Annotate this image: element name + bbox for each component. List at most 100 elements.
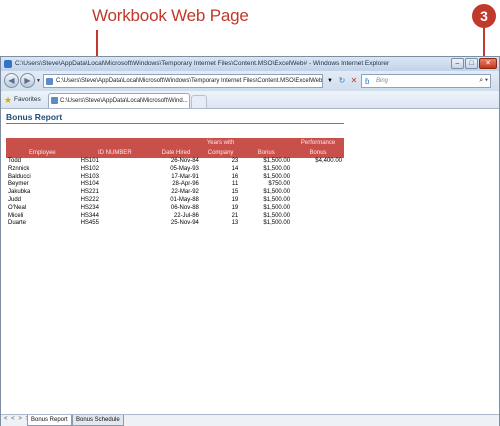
forward-button[interactable]: ▶ — [20, 73, 35, 88]
cell-performance-bonus — [292, 174, 344, 182]
new-tab-button[interactable] — [191, 95, 207, 108]
search-box[interactable]: ɓ Bing ⌕ ▾ — [361, 74, 491, 88]
header-performance-bonus: Bonus — [292, 148, 344, 158]
table-row: Miceli HS344 22-Jul-86 21 $1,500.00 — [6, 213, 344, 221]
cell-employee: Rznnick — [8, 165, 30, 172]
cell-employee: Miceli — [8, 212, 24, 219]
cell-employee: O'Neal — [8, 204, 27, 211]
cell-id: HS222 — [80, 196, 99, 203]
header-company: Company — [200, 148, 241, 158]
ie-icon — [4, 60, 12, 68]
table-row: Balducci HS103 17-Mar-91 16 $1,500.00 — [6, 174, 344, 182]
cell-date: 05-May-93 — [170, 165, 199, 172]
window-title: C:\Users\Steve\AppData\Local\Microsoft\W… — [15, 60, 390, 67]
navigation-bar: ◀ ▶ ▼ C:\Users\Steve\AppData\Local\Micro… — [1, 71, 499, 91]
header-id-number: ID NUMBER — [78, 148, 152, 158]
cell-years: 13 — [231, 220, 239, 227]
refresh-button[interactable]: ↻ — [336, 74, 348, 88]
cell-years: 16 — [231, 173, 239, 180]
cell-id: HS104 — [80, 181, 99, 188]
table-row: Jakubka HS221 22-Mar-92 15 $1,500.00 — [6, 189, 344, 197]
address-dropdown-icon[interactable]: ▼ — [324, 74, 336, 88]
cell-performance-bonus — [292, 213, 344, 221]
close-button[interactable]: ✕ — [479, 58, 497, 69]
cell-employee: Judd — [8, 196, 22, 203]
title-bar: C:\Users\Steve\AppData\Local\Microsoft\W… — [1, 57, 499, 71]
cell-years: 21 — [231, 212, 239, 219]
cell-employee: Jakubka — [8, 189, 31, 196]
table-row: Judd HS222 01-May-88 19 $1,500.00 — [6, 197, 344, 205]
cell-date: 06-Nov-88 — [170, 204, 199, 211]
history-dropdown-icon[interactable]: ▼ — [36, 78, 41, 84]
window-controls: – □ ✕ — [451, 58, 497, 69]
cell-performance-bonus — [292, 189, 344, 197]
browser-window: C:\Users\Steve\AppData\Local\Microsoft\W… — [0, 56, 500, 426]
header-bonus: Bonus — [240, 148, 293, 158]
cell-performance-bonus — [292, 220, 344, 228]
cell-performance-bonus — [292, 166, 344, 174]
maximize-button[interactable]: □ — [465, 58, 478, 69]
report-title: Bonus Report — [6, 112, 63, 122]
cell-years: 19 — [231, 204, 239, 211]
table-row: Rznnick HS102 05-May-93 14 $1,500.00 — [6, 166, 344, 174]
cell-performance-bonus: $4,400.00 — [315, 158, 342, 164]
header-date-hired: Date Hired — [151, 148, 201, 158]
search-placeholder[interactable]: Bing — [376, 78, 388, 84]
star-icon: ★ — [4, 95, 13, 105]
step-callout-line — [483, 28, 485, 58]
cell-id: HS234 — [80, 204, 99, 211]
header-years-with: Years with — [200, 138, 241, 148]
table-row: Beymer HS104 28-Apr-96 11 $750.00 — [6, 181, 344, 189]
table-row: Duarte HS455 25-Nov-94 13 $1,500.00 — [6, 220, 344, 228]
cell-employee: Balducci — [8, 173, 31, 180]
cell-date: 26-Nov-84 — [170, 158, 199, 164]
cell-bonus: $1,500.00 — [263, 220, 291, 227]
cell-date: 28-Apr-96 — [172, 181, 199, 188]
callout-label: Workbook Web Page — [92, 6, 249, 25]
cell-id: HS344 — [80, 212, 99, 219]
cell-employee: Todd — [8, 158, 22, 164]
cell-bonus: $1,500.00 — [263, 204, 291, 211]
step-number-badge: 3 — [472, 4, 496, 28]
cell-bonus: $1,500.00 — [263, 165, 291, 172]
tab-page-icon — [51, 97, 58, 104]
sheet-tab-bar: < < > > Bonus Report Bonus Schedule — [1, 414, 499, 426]
address-bar[interactable]: C:\Users\Steve\AppData\Local\Microsoft\W… — [43, 74, 323, 88]
cell-performance-bonus — [292, 181, 344, 189]
cell-id: HS455 — [80, 220, 99, 227]
sheet-tab-bonus-schedule[interactable]: Bonus Schedule — [72, 415, 124, 426]
cell-bonus: $1,500.00 — [263, 196, 291, 203]
cell-id: HS221 — [80, 189, 99, 196]
browser-tab[interactable]: C:\Users\Steve\AppData\Local\Microsoft\W… — [48, 93, 190, 108]
cell-date: 01-May-88 — [170, 196, 199, 203]
cell-years: 11 — [232, 181, 239, 188]
cell-years: 14 — [231, 165, 239, 172]
sheet-tab-bonus-report[interactable]: Bonus Report — [27, 415, 72, 426]
cell-bonus: $1,500.00 — [263, 158, 291, 164]
cell-bonus: $1,500.00 — [263, 212, 291, 219]
page-content: Bonus Report Years with Performance Empl… — [1, 110, 499, 413]
favorites-bar: ★ Favorites C:\Users\Steve\AppData\Local… — [1, 91, 499, 109]
cell-id: HS101 — [80, 158, 99, 164]
cell-performance-bonus — [292, 197, 344, 205]
cell-performance-bonus — [292, 205, 344, 213]
bonus-table: Years with Performance Employee ID NUMBE… — [6, 138, 344, 228]
cell-date: 17-Mar-91 — [171, 173, 199, 180]
table-row: O'Neal HS234 06-Nov-88 19 $1,500.00 — [6, 205, 344, 213]
stop-button[interactable]: ✕ — [348, 74, 360, 88]
minimize-button[interactable]: – — [451, 58, 464, 69]
search-icon[interactable]: ⌕ ▾ — [479, 75, 488, 87]
cell-years: 19 — [231, 196, 239, 203]
address-text[interactable]: C:\Users\Steve\AppData\Local\Microsoft\W… — [56, 78, 322, 84]
cell-id: HS103 — [80, 173, 99, 180]
header-performance: Performance — [292, 138, 344, 148]
title-rule — [6, 123, 344, 124]
favorites-button[interactable]: ★ Favorites — [4, 94, 41, 106]
back-button[interactable]: ◀ — [4, 73, 19, 88]
cell-years: 15 — [231, 189, 239, 196]
cell-id: HS102 — [80, 165, 99, 172]
table-row: Todd HS101 26-Nov-84 23 $1,500.00 $4,400… — [6, 158, 344, 166]
cell-employee: Duarte — [8, 220, 27, 227]
page-icon — [46, 78, 53, 85]
header-row-top: Years with Performance — [6, 138, 344, 148]
